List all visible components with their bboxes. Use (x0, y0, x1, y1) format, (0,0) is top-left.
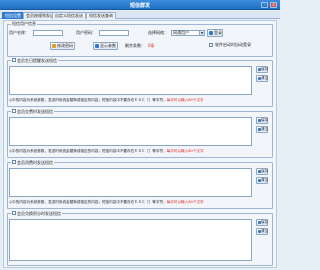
show-params-label: 显示参数 (100, 43, 116, 48)
tab-bar: 短信设置 会员按规则发送 自定义短信发送 短信发送查询 (0, 11, 280, 19)
channel-select[interactable]: 网通用户 ▼ (171, 30, 205, 36)
autostart-label: 软件启动时自动登录 (215, 42, 251, 47)
recharge-checkbox[interactable] (12, 109, 16, 113)
save-label: 保存 (261, 118, 269, 122)
account-legend: 短信用户信息 (12, 21, 36, 26)
consume-notice: ◎中的内容为系统参数，发送时系统会替换成相应的内容；短信内容中不要存在ＥＳＣ［］… (9, 200, 204, 204)
account-groupbox: 短信用户信息 (7, 22, 273, 57)
consume-message-textarea[interactable] (9, 168, 252, 197)
points-legend: 会员兑换积分时发送短信 (11, 211, 62, 216)
recharge-notice-text: ◎中的内容为系统参数，发送时系统会替换成相应的内容；短信内容中不要存在ＥＳＣ［］… (9, 149, 167, 153)
balance-label: 剩余条数： (125, 43, 145, 48)
change-password-button[interactable]: 修改密码 (50, 42, 75, 50)
points-message-textarea[interactable] (9, 219, 252, 261)
chevron-down-icon: ▼ (199, 31, 204, 35)
save-label: 保存 (261, 169, 269, 173)
birthday-notice-limit: 每次可以输入80个汉字 (166, 98, 204, 102)
consume-clear-button[interactable]: 清空 (256, 177, 268, 184)
recharge-notice-limit: 每次可以输入80个汉字 (166, 149, 204, 153)
settings-panel: 短信用户信息 用户名称： 用户密码： 选择网络： 网通用户 ▼ 登录 修改密码 … (3, 20, 277, 268)
eye-icon (95, 44, 99, 48)
points-legend-label: 会员兑换积分时发送短信 (17, 211, 61, 216)
password-input[interactable] (99, 30, 129, 36)
clear-label: 清空 (261, 76, 269, 80)
consume-legend: 会员消费时发送短信 (11, 160, 54, 165)
clear-label: 清空 (261, 178, 269, 182)
username-input[interactable] (33, 30, 63, 36)
birthday-legend-label: 会员生日提醒发送短信 (17, 58, 57, 63)
channel-label: 选择网络： (148, 30, 168, 35)
points-checkbox[interactable] (12, 211, 16, 215)
save-label: 保存 (261, 220, 269, 224)
save-label: 保存 (261, 67, 269, 71)
recharge-save-button[interactable]: 保存 (256, 117, 268, 124)
change-password-label: 修改密码 (57, 43, 73, 48)
recharge-message-textarea[interactable] (9, 117, 252, 146)
recharge-notice: ◎中的内容为系统参数，发送时系统会替换成相应的内容；短信内容中不要存在ＥＳＣ［］… (9, 149, 204, 153)
title-bar: 短信群发 – × (0, 0, 280, 10)
close-button[interactable]: × (270, 2, 277, 8)
birthday-save-button[interactable]: 保存 (256, 66, 268, 73)
recharge-legend: 会员交费时发送短信 (11, 109, 54, 114)
key-icon (52, 44, 56, 48)
minimize-button[interactable]: – (261, 2, 268, 8)
login-button[interactable]: 登录 (207, 29, 223, 37)
consume-notice-text: ◎中的内容为系统参数，发送时系统会替换成相应的内容；短信内容中不要存在ＥＳＣ［］… (9, 200, 167, 204)
consume-notice-limit: 每次可以输入80个汉字 (166, 200, 204, 204)
points-save-button[interactable]: 保存 (256, 219, 268, 226)
clear-label: 清空 (261, 229, 269, 233)
recharge-legend-label: 会员交费时发送短信 (17, 109, 53, 114)
login-icon (209, 31, 213, 35)
balance-value: 0条 (148, 43, 155, 48)
birthday-notice: ◎中的内容为系统参数，发送时系统会替换成相应的内容；短信内容中不要存在ＥＳＣ［］… (9, 98, 204, 102)
consume-save-button[interactable]: 保存 (256, 168, 268, 175)
tab-custom-sms[interactable]: 自定义短信发送 (52, 12, 86, 19)
consume-checkbox[interactable] (12, 160, 16, 164)
tab-sms-query[interactable]: 短信发送查询 (86, 12, 116, 19)
username-label: 用户名称： (9, 30, 29, 35)
show-params-button[interactable]: 显示参数 (93, 42, 118, 50)
login-button-label: 登录 (214, 30, 222, 35)
points-clear-button[interactable]: 清空 (256, 228, 268, 235)
birthday-notice-text: ◎中的内容为系统参数，发送时系统会替换成相应的内容；短信内容中不要存在ＥＳＣ［］… (9, 98, 167, 102)
tab-sms-settings[interactable]: 短信设置 (2, 12, 24, 19)
password-label: 用户密码： (76, 30, 96, 35)
clear-label: 清空 (261, 127, 269, 131)
birthday-clear-button[interactable]: 清空 (256, 75, 268, 82)
birthday-legend: 会员生日提醒发送短信 (11, 58, 58, 63)
consume-legend-label: 会员消费时发送短信 (17, 160, 53, 165)
autostart-checkbox[interactable] (209, 43, 213, 47)
birthday-checkbox[interactable] (12, 58, 16, 62)
window-title: 短信群发 (129, 3, 150, 9)
birthday-message-textarea[interactable] (9, 66, 252, 95)
recharge-clear-button[interactable]: 清空 (256, 126, 268, 133)
channel-select-value: 网通用户 (173, 30, 189, 35)
